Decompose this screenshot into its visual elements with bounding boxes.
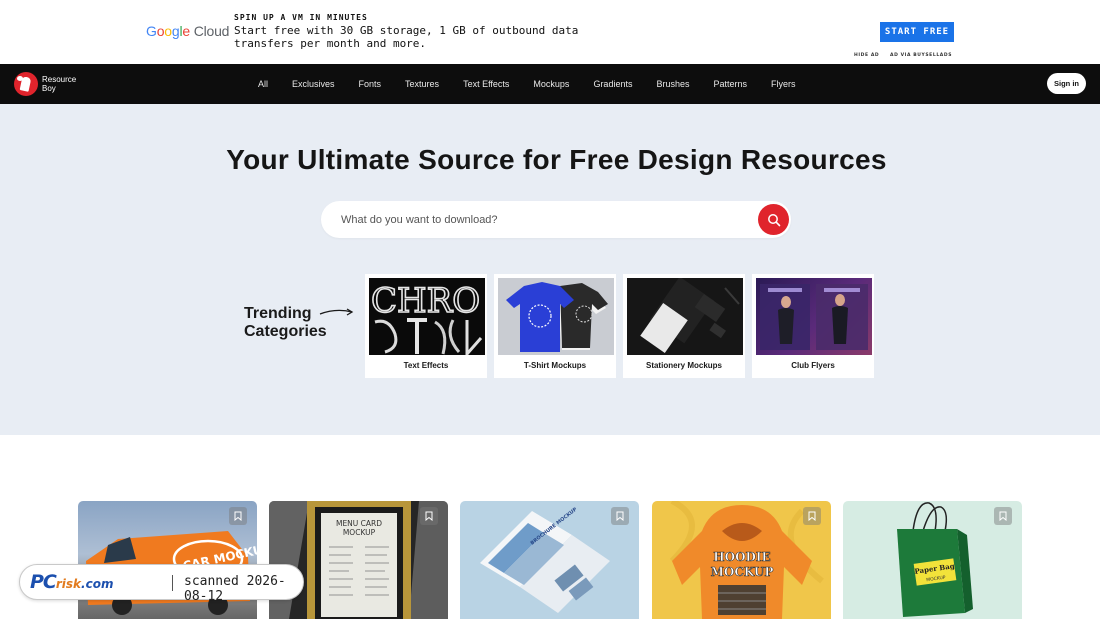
resource-card-brochure-mockup[interactable]: BROCHURE MOCKUP xyxy=(460,501,639,619)
bookmark-icon xyxy=(425,511,433,521)
nav-link-all[interactable]: All xyxy=(258,79,268,89)
sign-in-button[interactable]: Sign in xyxy=(1047,73,1086,94)
bookmark-icon xyxy=(999,511,1007,521)
search-bar xyxy=(321,201,791,238)
resource-card-paper-bag-mockup[interactable]: Paper Bag MOCKUP xyxy=(843,501,1022,619)
bookmark-icon xyxy=(808,511,816,521)
resource-card-hoodie-mockup[interactable]: HOODIE MOCKUP xyxy=(652,501,831,619)
ad-via-buysellads-link[interactable]: AD VIA BUYSELLADS xyxy=(890,53,952,58)
trending-categories-heading: Trending Categories xyxy=(244,305,327,340)
category-image-club-flyers xyxy=(756,278,872,355)
brand-line-2: Boy xyxy=(42,84,56,93)
bookmark-icon xyxy=(234,511,242,521)
category-image-tshirt-mockups xyxy=(498,278,614,355)
bookmark-icon xyxy=(616,511,624,521)
hero-section: Your Ultimate Source for Free Design Res… xyxy=(0,104,1100,435)
search-input[interactable] xyxy=(341,201,741,238)
nav-link-brushes[interactable]: Brushes xyxy=(656,79,689,89)
nav-link-fonts[interactable]: Fonts xyxy=(359,79,382,89)
brand-line-1: Resource xyxy=(42,75,77,84)
ad-text: Start free with 30 GB storage, 1 GB of o… xyxy=(234,24,579,50)
nav-link-text-effects[interactable]: Text Effects xyxy=(463,79,509,89)
nav-link-exclusives[interactable]: Exclusives xyxy=(292,79,335,89)
category-label: Stationery Mockups xyxy=(645,361,722,370)
ad-banner[interactable]: Google Cloud SPIN UP A VM IN MINUTES Sta… xyxy=(0,0,1100,64)
resource-boy-logo[interactable]: Resource Boy xyxy=(14,72,76,96)
category-label: Text Effects xyxy=(403,361,449,370)
category-image-text-effects: CHRO xyxy=(369,278,485,355)
category-label: T-Shirt Mockups xyxy=(523,361,587,370)
nav-link-patterns[interactable]: Patterns xyxy=(714,79,748,89)
bookmark-button[interactable] xyxy=(994,507,1012,525)
search-icon xyxy=(767,213,780,226)
nav-link-gradients[interactable]: Gradients xyxy=(593,79,632,89)
ad-start-free-button[interactable]: START FREE xyxy=(880,22,954,42)
category-card-tshirt-mockups[interactable]: T-Shirt Mockups xyxy=(494,274,616,378)
watermark-divider xyxy=(172,575,173,591)
category-card-stationery-mockups[interactable]: Stationery Mockups xyxy=(623,274,745,378)
pcrisk-watermark: PCrisk.com scanned 2026-08-12 xyxy=(19,564,304,604)
svg-text:MOCKUP: MOCKUP xyxy=(343,528,376,537)
category-label: Club Flyers xyxy=(791,361,835,370)
nav-link-flyers[interactable]: Flyers xyxy=(771,79,796,89)
nav-links: All Exclusives Fonts Textures Text Effec… xyxy=(250,64,820,104)
category-image-stationery-mockups xyxy=(627,278,743,355)
pcrisk-logo: PCrisk.com xyxy=(30,571,114,593)
hero-title: Your Ultimate Source for Free Design Res… xyxy=(226,144,887,175)
bookmark-button[interactable] xyxy=(803,507,821,525)
hide-ad-link[interactable]: HIDE AD xyxy=(854,53,879,58)
search-button[interactable] xyxy=(758,204,789,235)
category-card-club-flyers[interactable]: Club Flyers xyxy=(752,274,874,378)
watermark-scan-text: scanned 2026-08-12 xyxy=(184,574,286,604)
category-card-text-effects[interactable]: CHRO Text Effects xyxy=(365,274,487,378)
nav-link-textures[interactable]: Textures xyxy=(405,79,439,89)
svg-text:HOODIE: HOODIE xyxy=(713,550,770,564)
bookmark-button[interactable] xyxy=(229,507,247,525)
svg-text:MENU CARD: MENU CARD xyxy=(336,519,382,528)
nav-link-mockups[interactable]: Mockups xyxy=(533,79,569,89)
svg-text:MOCKUP: MOCKUP xyxy=(711,565,774,579)
bookmark-button[interactable] xyxy=(611,507,629,525)
arrow-right-icon xyxy=(319,308,354,316)
svg-text:CHRO: CHRO xyxy=(371,281,480,321)
top-navigation: Resource Boy All Exclusives Fonts Textur… xyxy=(0,64,1100,104)
ad-kicker: SPIN UP A VM IN MINUTES xyxy=(234,13,368,22)
google-cloud-logo[interactable]: Google Cloud xyxy=(146,23,229,39)
bookmark-button[interactable] xyxy=(420,507,438,525)
resource-boy-mark-icon xyxy=(14,72,38,96)
